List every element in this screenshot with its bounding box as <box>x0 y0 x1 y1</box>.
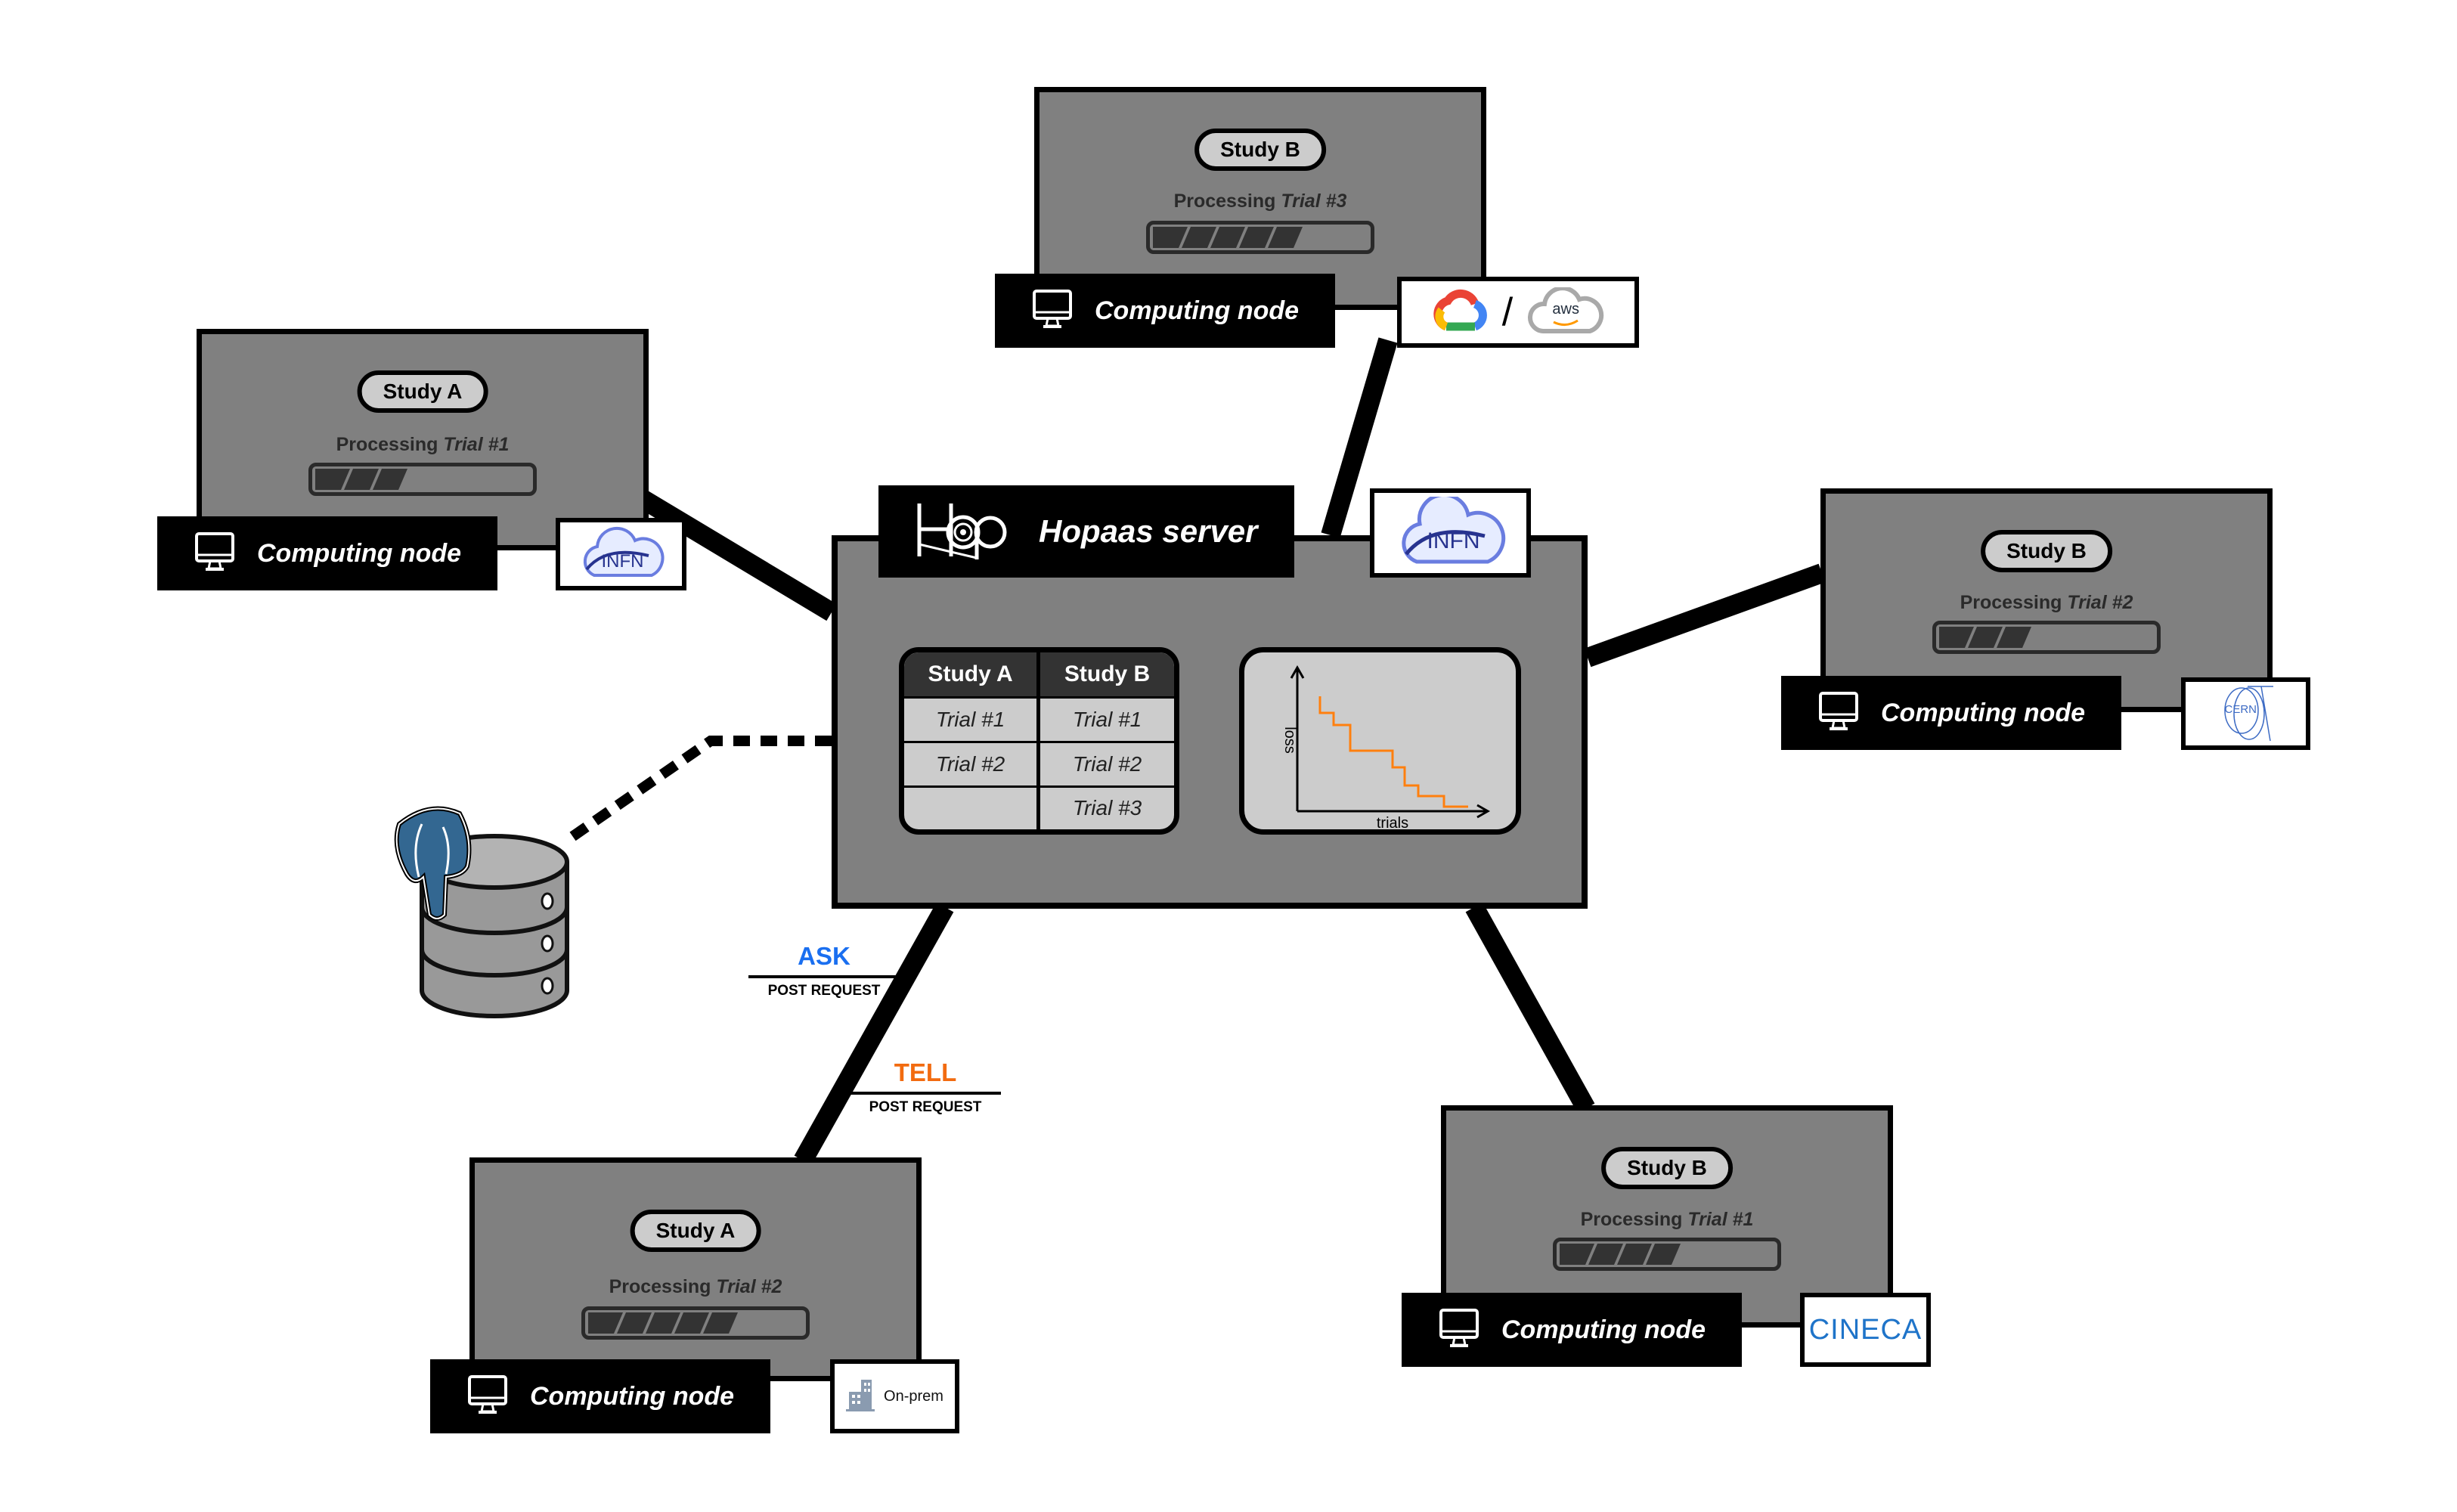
computing-node-text: Computing node <box>530 1381 735 1411</box>
node-box-bottom-left: Study A Processing Trial #2 <box>469 1157 922 1381</box>
table-cell: Trial #2 <box>1036 740 1174 787</box>
progress-segment <box>674 1312 709 1334</box>
infn-cloud-icon: INFN <box>576 525 667 583</box>
progress-segment <box>646 1312 680 1334</box>
provider-logo-infn-cloud: INFN <box>556 518 686 590</box>
server-provider-logo-infn-cloud: INFN Cloud INFN <box>1370 488 1531 578</box>
progress-segment <box>1153 227 1188 248</box>
processing-text: Processing Trial #2 <box>609 1276 782 1297</box>
computing-node-label-bottom-left: Computing node <box>430 1359 770 1433</box>
table-cell: Trial #1 <box>904 696 1039 742</box>
infn-text: INFN <box>1427 528 1480 553</box>
progress-bar <box>581 1306 810 1340</box>
study-pill: Study B <box>1981 530 2112 572</box>
table-row: Trial #1 Trial #1 <box>904 696 1174 742</box>
tell-divider <box>850 1092 1001 1095</box>
server-title: Hopaas server <box>1039 513 1258 549</box>
progress-segment <box>373 469 407 490</box>
progress-segment <box>1617 1244 1652 1265</box>
table-row: Trial #3 <box>904 785 1174 829</box>
loss-chart: loss trials <box>1239 647 1521 835</box>
progress-bar <box>1146 221 1374 254</box>
computing-node-label-top: Computing node <box>995 274 1335 348</box>
tell-request-label: TELL POST REQUEST <box>850 1058 1001 1116</box>
monitor-icon <box>1031 288 1074 334</box>
computing-node-text: Computing node <box>257 538 462 568</box>
progress-segment <box>1268 227 1303 248</box>
ask-divider <box>748 975 900 978</box>
table-cell: Trial #3 <box>1036 785 1174 829</box>
link-database <box>562 736 832 846</box>
progress-segment <box>617 1312 652 1334</box>
study-pill: Study A <box>357 370 488 413</box>
ask-verb: ASK <box>798 942 850 970</box>
monitor-icon <box>194 531 236 577</box>
monitor-icon <box>1817 690 1860 736</box>
cineca-logo-text: CINECA <box>1808 1313 1923 1346</box>
table-cell: Trial #1 <box>1036 696 1174 742</box>
table-cell <box>904 785 1039 829</box>
study-pill: Study B <box>1601 1147 1733 1189</box>
progress-bar <box>1932 621 2161 654</box>
tell-method: POST REQUEST <box>869 1099 982 1115</box>
progress-segment <box>315 469 350 490</box>
cern-icon: CERN <box>2216 683 2276 744</box>
studies-table: Study A Study B Trial #1 Trial #1 Trial … <box>899 647 1179 835</box>
infn-cloud-icon: INFN Cloud INFN <box>1394 497 1507 569</box>
monitor-icon <box>466 1374 509 1420</box>
table-header-row: Study A Study B <box>904 652 1174 698</box>
processing-text: Processing Trial #1 <box>336 434 510 455</box>
progress-segment <box>1646 1244 1681 1265</box>
progress-segment <box>1182 227 1216 248</box>
progress-bar <box>308 463 537 496</box>
progress-segment <box>1588 1244 1623 1265</box>
progress-segment <box>588 1312 623 1334</box>
aws-icon: aws <box>1526 287 1605 337</box>
provider-logo-google-aws: / aws <box>1397 277 1639 348</box>
processing-text: Processing Trial #1 <box>1580 1209 1754 1230</box>
building-icon <box>846 1378 876 1415</box>
server-header: Hopaas server <box>878 485 1294 578</box>
google-cloud-icon <box>1431 287 1489 338</box>
link-right-node <box>1584 563 1826 668</box>
ask-method: POST REQUEST <box>767 983 881 999</box>
progress-segment <box>1968 627 2003 648</box>
table-header-study-b: Study B <box>1036 652 1174 698</box>
progress-segment <box>1997 627 2031 648</box>
study-pill: Study A <box>630 1210 761 1252</box>
processing-text: Processing Trial #2 <box>1960 592 2133 613</box>
link-bottom-right-node <box>1465 902 1595 1114</box>
tell-verb: TELL <box>894 1058 957 1086</box>
table-cell: Trial #2 <box>904 740 1039 787</box>
progress-segment <box>1560 1244 1594 1265</box>
y-axis-label: loss <box>1281 727 1298 754</box>
computing-node-text: Computing node <box>1881 698 2086 727</box>
progress-segment <box>1239 227 1274 248</box>
computing-node-text: Computing node <box>1095 296 1300 325</box>
processing-text: Processing Trial #3 <box>1173 191 1347 212</box>
table-row: Trial #2 Trial #2 <box>904 740 1174 787</box>
computing-node-label-bottom-right: Computing node <box>1402 1293 1742 1367</box>
progress-bar <box>1553 1238 1781 1271</box>
monitor-icon <box>1438 1307 1480 1353</box>
on-prem-text: On-prem <box>884 1387 943 1405</box>
progress-segment <box>344 469 379 490</box>
postgresql-database <box>384 801 573 1021</box>
computing-node-label-right: Computing node <box>1781 676 2121 750</box>
loss-step-line <box>1318 696 1468 808</box>
hop-logo-icon <box>916 499 1007 565</box>
provider-logo-cineca: CINECA <box>1800 1293 1931 1367</box>
ask-request-label: ASK POST REQUEST <box>748 942 900 999</box>
separator-slash: / <box>1501 290 1514 334</box>
study-pill: Study B <box>1194 129 1326 171</box>
table-header-study-a: Study A <box>904 652 1039 698</box>
provider-logo-on-prem: On-prem <box>830 1359 959 1433</box>
computing-node-text: Computing node <box>1501 1315 1706 1344</box>
x-axis-label: trials <box>1377 815 1408 829</box>
progress-segment <box>1939 627 1974 648</box>
provider-logo-cern: CERN <box>2181 677 2310 750</box>
progress-segment <box>703 1312 738 1334</box>
computing-node-label-left: Computing node <box>157 516 497 590</box>
progress-segment <box>1210 227 1245 248</box>
